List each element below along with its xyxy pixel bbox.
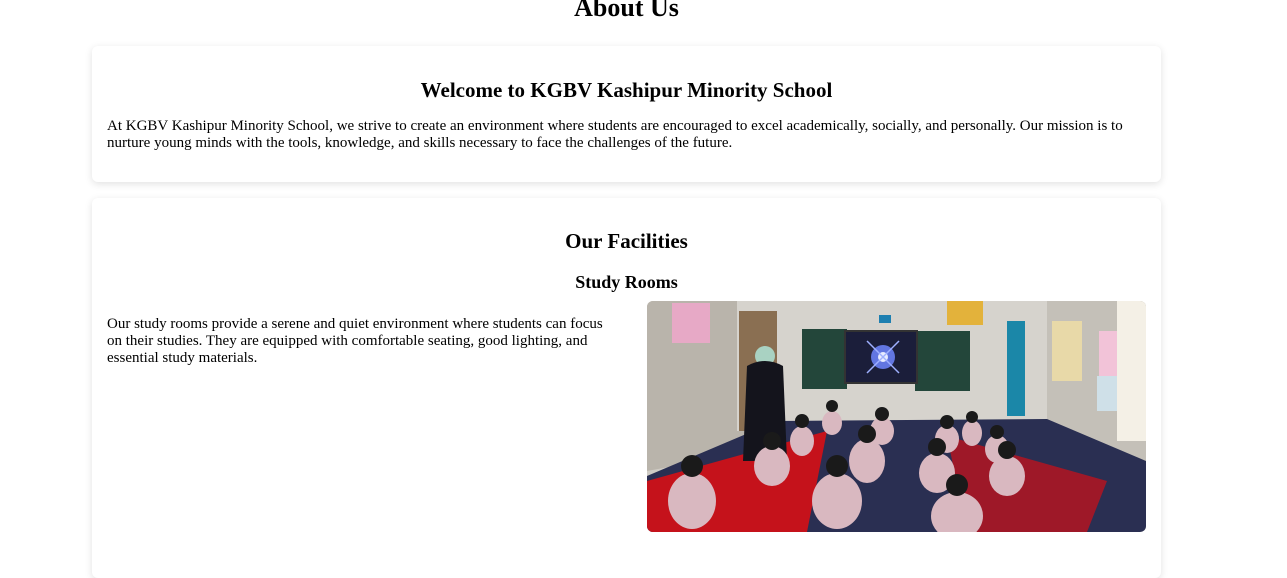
study-room-photo — [647, 301, 1146, 532]
facilities-card: Our Facilities Study Rooms Our study roo… — [92, 198, 1161, 578]
study-rooms-text: Our study rooms provide a serene and qui… — [107, 316, 603, 366]
welcome-heading: Welcome to KGBV Kashipur Minority School — [420, 78, 833, 102]
study-rooms-heading: Study Rooms — [575, 272, 678, 292]
page-title: About Us — [574, 0, 679, 22]
welcome-card: Welcome to KGBV Kashipur Minority School… — [92, 46, 1161, 182]
facilities-heading: Our Facilities — [565, 229, 688, 253]
welcome-text: At KGBV Kashipur Minority School, we str… — [107, 118, 1123, 151]
